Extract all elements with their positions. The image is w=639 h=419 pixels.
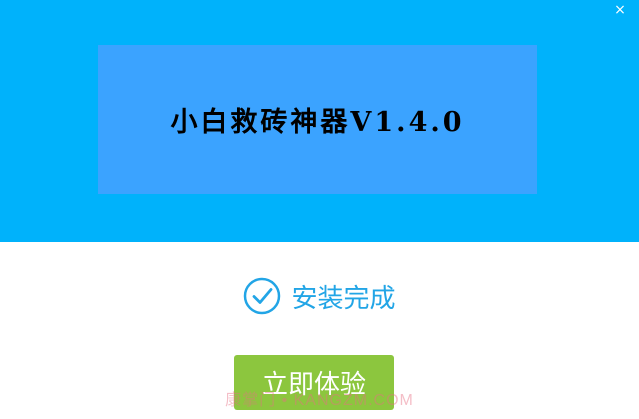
installer-window: × 小白救砖神器V1.4.0 安装完成 立即体验 康掌门 • KANGZM.CO… — [0, 0, 639, 419]
close-button[interactable]: × — [609, 0, 631, 22]
status-text: 安装完成 — [291, 283, 396, 314]
banner-image: 小白救砖神器V1.4.0 — [98, 45, 537, 194]
install-status: 安装完成 — [0, 272, 639, 320]
checkmark-circle-icon — [244, 277, 281, 315]
app-title: 小白救砖神器V1.4.0 — [170, 107, 465, 138]
close-icon: × — [614, 2, 626, 18]
try-now-button[interactable]: 立即体验 — [234, 355, 394, 410]
header-area: × 小白救砖神器V1.4.0 — [0, 0, 639, 242]
